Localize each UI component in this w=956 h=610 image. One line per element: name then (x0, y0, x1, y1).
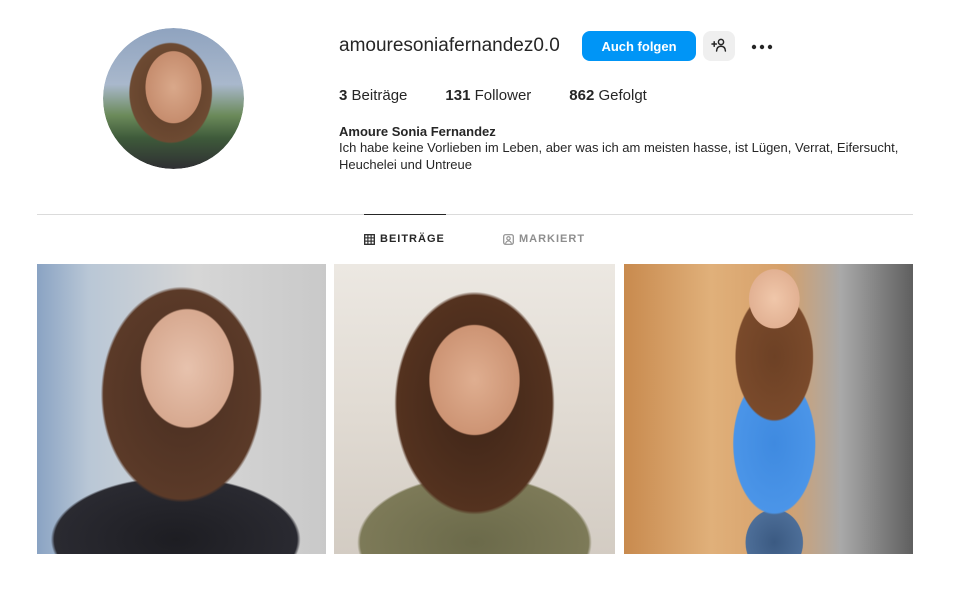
more-dots-icon (751, 37, 773, 55)
profile-full-name: Amoure Sonia Fernandez (339, 124, 496, 139)
following-count: 862 (569, 87, 595, 104)
tagged-person-icon (503, 233, 514, 245)
avatar-image (103, 28, 244, 169)
suggest-similar-button[interactable] (703, 31, 735, 61)
tab-posts[interactable]: BEITRÄGE (364, 233, 445, 245)
post-thumbnail-2[interactable] (334, 264, 615, 554)
following-label: Gefolgt (598, 87, 647, 104)
tab-tagged[interactable]: MARKIERT (503, 233, 585, 245)
follow-button[interactable]: Auch folgen (582, 31, 696, 61)
profile-username: amouresoniafernandez0.0 (339, 35, 560, 56)
grid-icon (364, 233, 375, 245)
followers-label: Follower (474, 87, 532, 104)
followers-stat[interactable]: 131 Follower (445, 87, 531, 104)
post-thumbnail-3[interactable] (624, 264, 913, 554)
add-person-icon (711, 38, 727, 55)
posts-count: 3 (339, 87, 348, 104)
following-stat[interactable]: 862 Gefolgt (569, 87, 647, 104)
profile-avatar[interactable] (103, 28, 244, 169)
posts-label: Beiträge (351, 87, 408, 104)
profile-stats: 3 Beiträge 131 Follower 862 Gefolgt (339, 87, 685, 104)
posts-stat: 3 Beiträge (339, 87, 407, 104)
active-tab-indicator (364, 214, 446, 215)
post-thumbnail-1[interactable] (37, 264, 326, 554)
followers-count: 131 (445, 87, 471, 104)
more-options-button[interactable] (748, 34, 776, 58)
tab-tagged-label: MARKIERT (519, 233, 586, 245)
tab-posts-label: BEITRÄGE (380, 233, 445, 245)
tabs-divider (37, 214, 913, 215)
profile-bio: Ich habe keine Vorlieben im Leben, aber … (339, 140, 899, 172)
